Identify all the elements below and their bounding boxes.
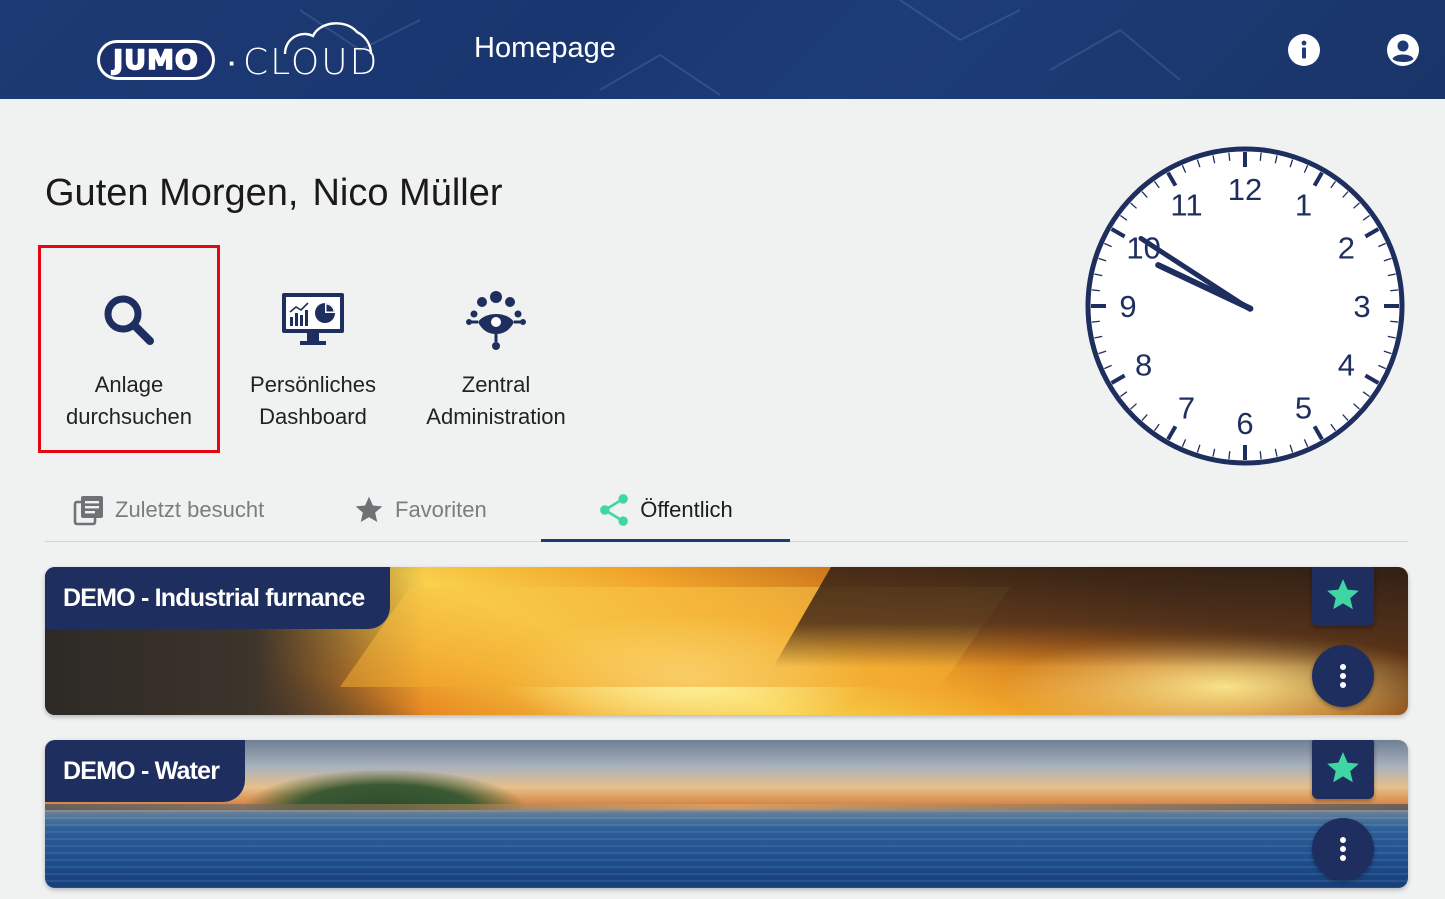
greeting-user-name: Nico Müller: [312, 172, 503, 214]
card-menu-button[interactable]: [1312, 818, 1374, 880]
dashboard-monitor-icon: [280, 287, 346, 353]
jumo-cloud-logo[interactable]: JUMO · CLOUD: [95, 16, 385, 83]
plant-card-industrial-furnance[interactable]: DEMO - Industrial furnance: [45, 567, 1408, 715]
clock-number: 4: [1338, 348, 1355, 383]
clock-minute-tick: [1390, 289, 1399, 292]
search-icon: [101, 287, 157, 353]
clock-number: 12: [1228, 172, 1262, 207]
water-image-waves: [45, 810, 1408, 888]
account-circle-icon[interactable]: [1386, 33, 1420, 67]
greeting-heading: Guten Morgen, Nico Müller: [45, 172, 517, 215]
clock-number: 9: [1119, 289, 1136, 324]
network-admin-icon: [464, 287, 528, 353]
favorite-toggle-button[interactable]: [1312, 740, 1374, 799]
plant-card-title: DEMO - Water: [45, 740, 246, 802]
clock-minute-tick: [1259, 451, 1262, 460]
clock-number: 1: [1295, 188, 1312, 223]
clock-minute-tick: [1228, 451, 1231, 460]
share-icon: [600, 494, 629, 526]
tab-favorites-label: Favoriten: [395, 497, 487, 522]
greeting-salutation: Guten Morgen,: [45, 172, 299, 214]
logo-separator: ·: [228, 48, 237, 78]
search-plant-label: Anlage durchsuchen: [66, 372, 192, 429]
clock-number: 5: [1295, 390, 1312, 425]
tab-favorites[interactable]: Favoriten: [353, 480, 487, 540]
favorite-toggle-button[interactable]: [1312, 567, 1374, 626]
personal-dashboard-label: Persönliches Dashboard: [250, 372, 376, 429]
personal-dashboard-button[interactable]: Persönliches Dashboard: [222, 245, 404, 453]
more-vert-icon: [1340, 664, 1346, 688]
clock-number: 2: [1338, 231, 1355, 266]
logo-brand-text: JUMO: [112, 44, 199, 77]
page-title: Homepage: [474, 32, 616, 64]
star-icon: [355, 496, 383, 522]
star-icon: [1327, 579, 1359, 610]
clock-minute-tick: [1091, 320, 1100, 323]
clock-minute-tick: [1390, 320, 1399, 323]
star-icon: [1327, 752, 1359, 783]
logo-product-text: CLOUD: [243, 42, 380, 83]
clock-number: 3: [1353, 289, 1370, 324]
content-tabs: Zuletzt besucht Favoriten Öffentlich: [45, 480, 1408, 542]
info-icon[interactable]: [1287, 33, 1321, 67]
clock-face: 12 1234567891011: [1085, 146, 1405, 466]
search-plant-button[interactable]: Anlage durchsuchen: [38, 245, 220, 453]
more-vert-icon: [1340, 837, 1346, 861]
plant-card-title: DEMO - Industrial furnance: [45, 567, 391, 629]
clock-minute-tick: [1228, 152, 1231, 161]
tab-public[interactable]: Öffentlich: [541, 480, 790, 542]
history-icon: [73, 496, 103, 526]
tab-public-label: Öffentlich: [640, 497, 733, 522]
clock-number: 7: [1178, 390, 1195, 425]
clock-number: 8: [1135, 348, 1152, 383]
card-menu-button[interactable]: [1312, 645, 1374, 707]
clock-number: 6: [1236, 406, 1253, 441]
analog-clock: 12 1 2 3 4 5 6 7 8 9 10 11: [1083, 145, 1407, 467]
tab-recently-visited[interactable]: Zuletzt besucht: [73, 480, 264, 540]
plant-card-water[interactable]: DEMO - Water: [45, 740, 1408, 888]
central-administration-label: Zentral Administration: [426, 372, 566, 429]
app-header: JUMO · CLOUD Homepage: [0, 0, 1445, 99]
central-administration-button[interactable]: Zentral Administration: [405, 245, 587, 453]
clock-minute-tick: [1091, 289, 1100, 292]
jumo-badge: JUMO: [97, 40, 215, 80]
clock-minute-tick: [1259, 152, 1262, 161]
clock-number: 11: [1170, 188, 1202, 223]
tab-recently-visited-label: Zuletzt besucht: [115, 497, 265, 522]
